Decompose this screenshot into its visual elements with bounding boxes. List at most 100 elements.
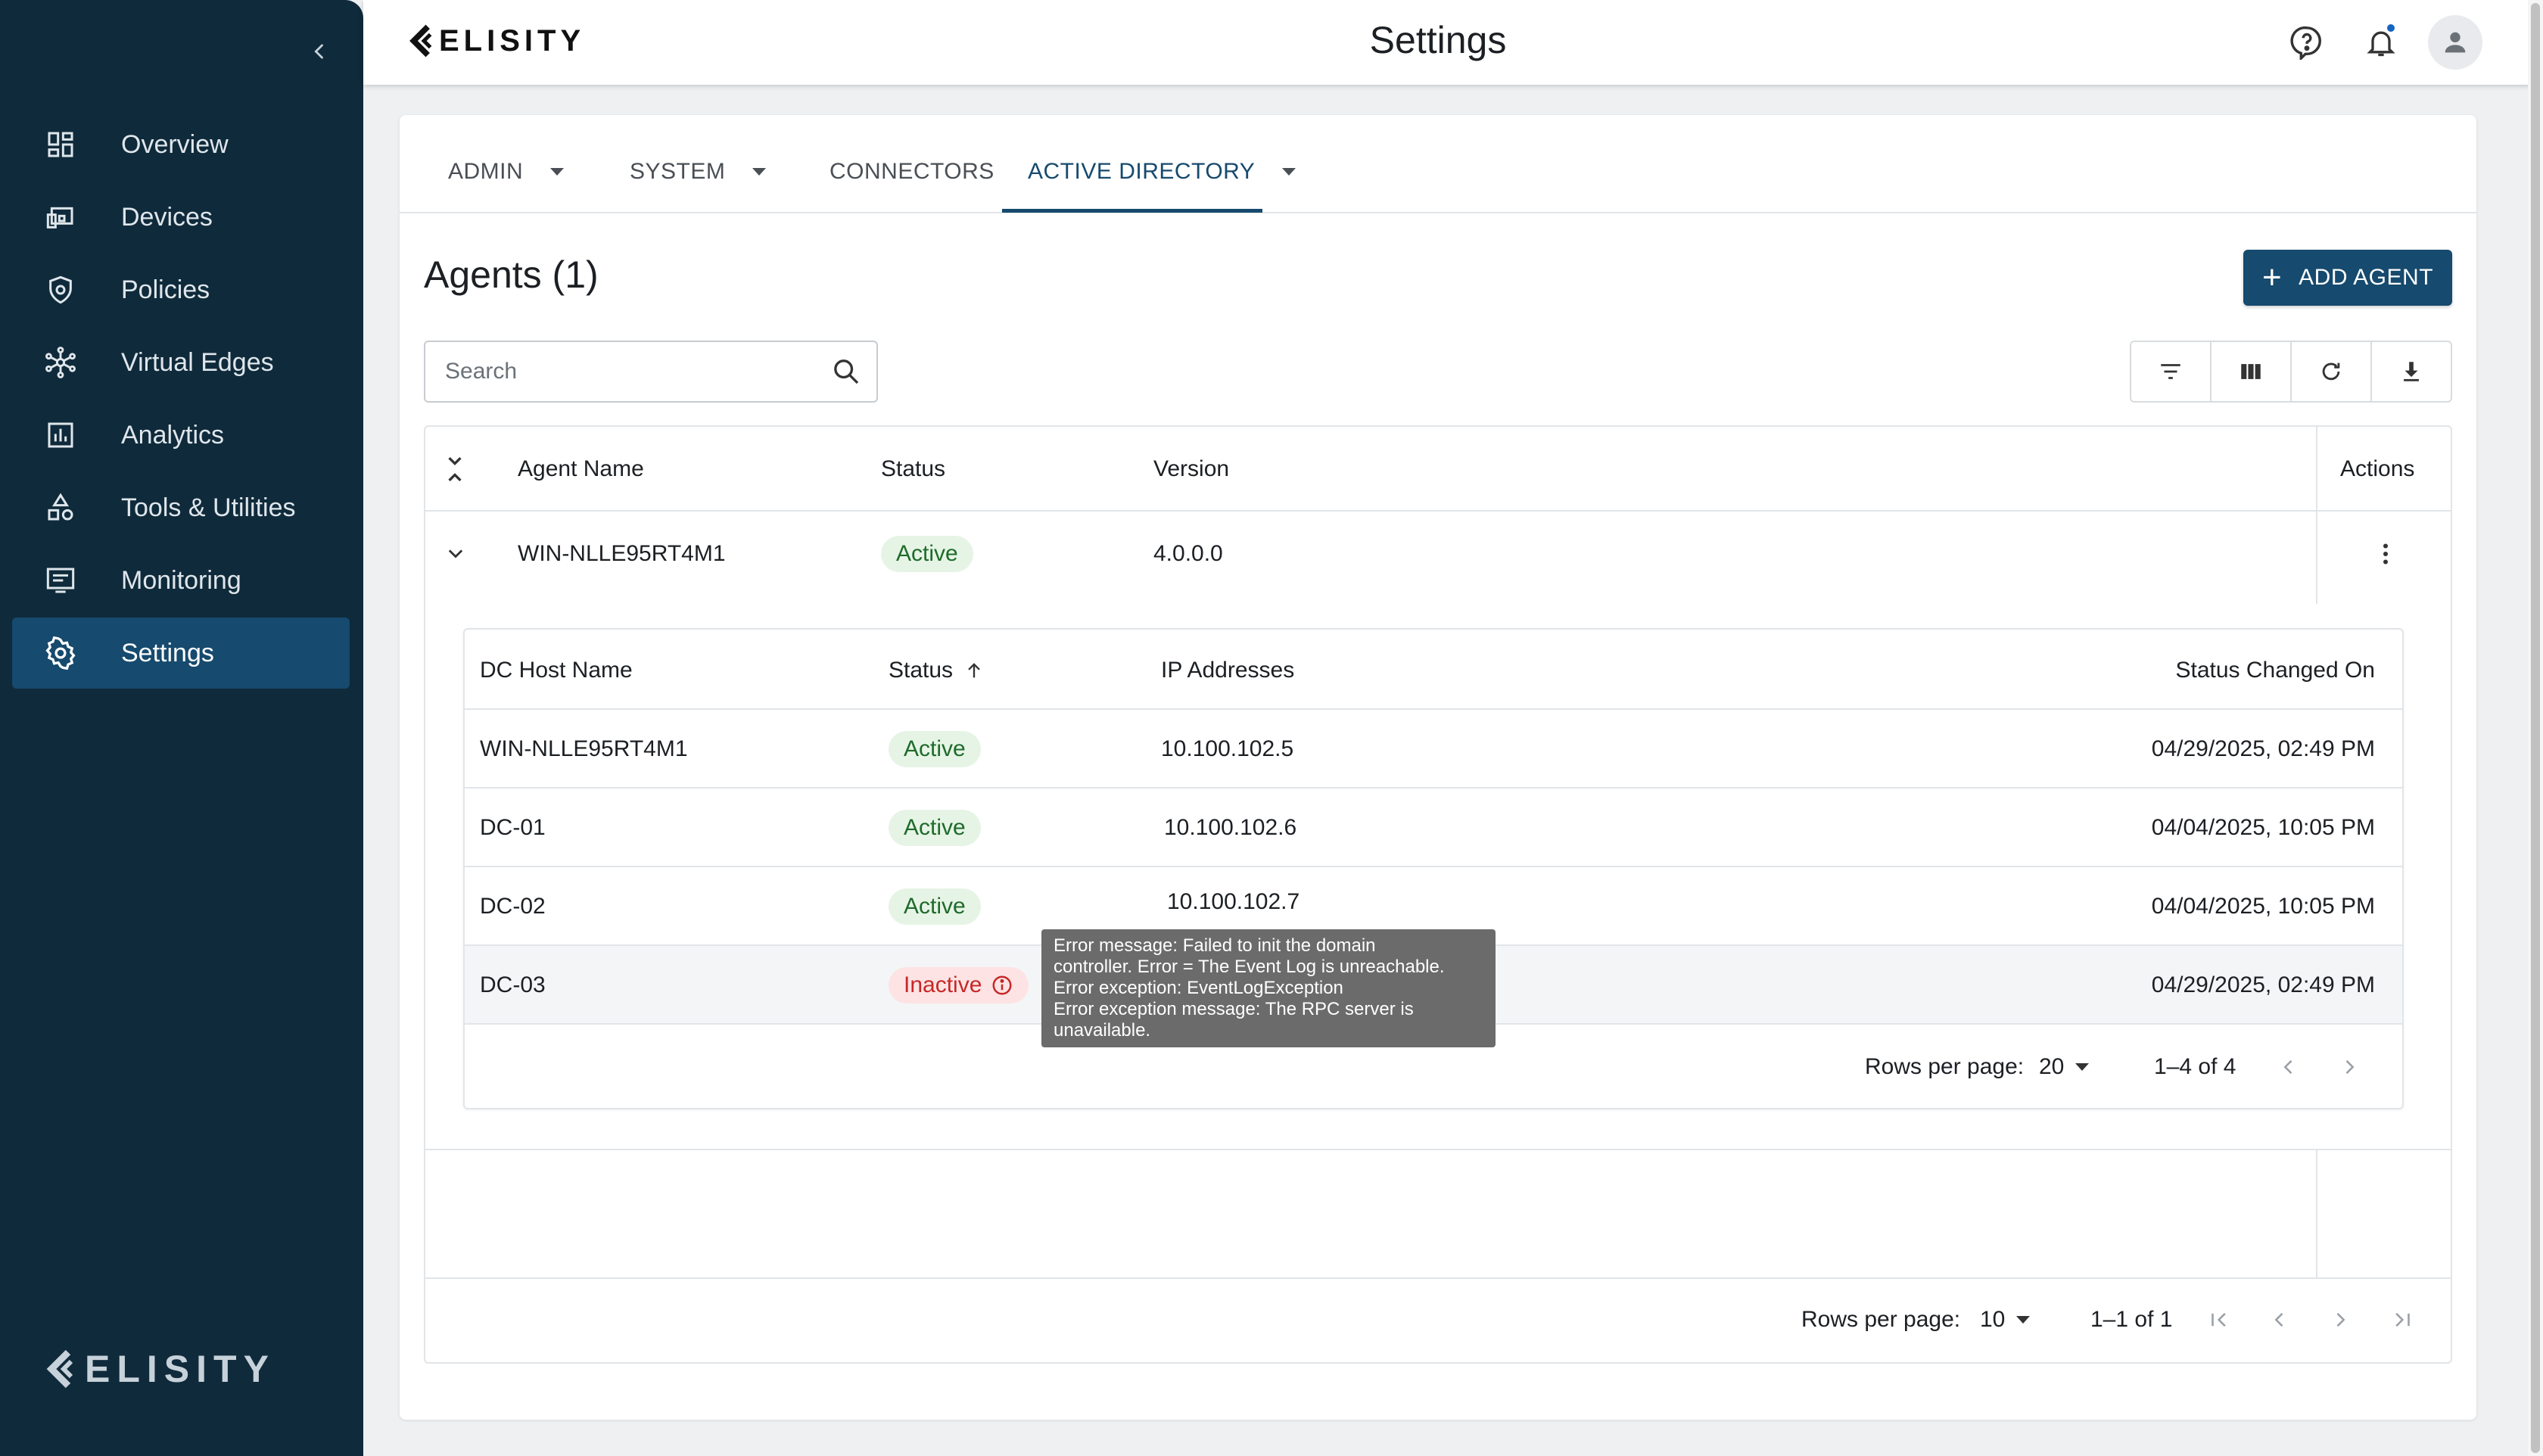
agent-name: WIN-NLLE95RT4M1 bbox=[518, 541, 726, 566]
status-badge: Active bbox=[889, 888, 981, 925]
column-header-status[interactable]: Status bbox=[881, 451, 945, 487]
column-divider bbox=[2316, 1149, 2317, 1277]
column-header-agent-name[interactable]: Agent Name bbox=[518, 451, 644, 487]
agents-table: Agent Name Status Version Actions WIN-NL… bbox=[424, 425, 2452, 1364]
expand-row-button[interactable] bbox=[445, 537, 475, 571]
column-header-dc-host-name[interactable]: DC Host Name bbox=[480, 652, 633, 689]
sidebar-item-label: Monitoring bbox=[121, 565, 241, 595]
tooltip-line: Error message: Failed to init the domain bbox=[1054, 935, 1376, 956]
filter-icon bbox=[2161, 364, 2180, 379]
chevron-left-icon bbox=[314, 44, 323, 59]
sidebar-item-analytics[interactable]: Analytics bbox=[12, 400, 350, 471]
status-badge: Active bbox=[881, 536, 973, 572]
table-row[interactable]: WIN-NLLE95RT4M1 Active 4.0.0.0 bbox=[425, 512, 2451, 604]
rows-per-page-value: 20 bbox=[2039, 1054, 2065, 1079]
previous-page-button[interactable] bbox=[2278, 1049, 2299, 1085]
column-header-dc-status[interactable]: Status bbox=[889, 652, 985, 689]
tab-label: CONNECTORS bbox=[830, 159, 994, 184]
policies-icon bbox=[42, 272, 79, 308]
download-button[interactable] bbox=[2372, 342, 2451, 401]
status-badge[interactable]: Inactive bbox=[889, 967, 1029, 1003]
add-agent-button[interactable]: + ADD AGENT bbox=[2243, 250, 2452, 306]
agents-title: Agents (1) bbox=[424, 254, 599, 296]
chevron-right-icon bbox=[2336, 1312, 2345, 1327]
sidebar-item-label: Virtual Edges bbox=[121, 347, 274, 377]
info-icon bbox=[992, 975, 1012, 995]
tab-connectors[interactable]: CONNECTORS bbox=[830, 159, 994, 185]
collapse-all-button[interactable] bbox=[445, 453, 475, 486]
settings-card: ADMIN SYSTEM CONNECTORS ACTIVE DIRECTORY… bbox=[400, 115, 2476, 1420]
rows-per-page-select[interactable]: 20 bbox=[2039, 1049, 2090, 1085]
next-page-button[interactable] bbox=[2339, 1049, 2360, 1085]
chevron-right-icon bbox=[2345, 1059, 2355, 1075]
next-page-button[interactable] bbox=[2330, 1300, 2351, 1339]
help-icon bbox=[2290, 26, 2321, 60]
status-badge: Active bbox=[889, 810, 981, 846]
table-row[interactable]: WIN-NLLE95RT4M1 Active 10.100.102.5 04/2… bbox=[465, 710, 2402, 789]
page-range: 1–4 of 4 bbox=[2154, 1054, 2236, 1079]
first-page-button[interactable] bbox=[2208, 1300, 2233, 1339]
status-badge-label: Inactive bbox=[904, 972, 982, 997]
last-page-button[interactable] bbox=[2389, 1300, 2413, 1339]
add-agent-label: ADD AGENT bbox=[2299, 265, 2434, 290]
sidebar-logo: ELISITY bbox=[44, 1347, 275, 1391]
previous-page-button[interactable] bbox=[2269, 1300, 2290, 1339]
column-header-status-changed-on[interactable]: Status Changed On bbox=[2175, 652, 2375, 689]
search-input[interactable] bbox=[445, 359, 831, 384]
user-menu-button[interactable] bbox=[2428, 15, 2482, 70]
sidebar-item-devices[interactable]: Devices bbox=[12, 182, 350, 253]
last-page-icon bbox=[2395, 1312, 2410, 1327]
sidebar-item-tools-utilities[interactable]: Tools & Utilities bbox=[12, 472, 350, 543]
sidebar-item-label: Devices bbox=[121, 202, 213, 232]
column-header-label: Status bbox=[889, 658, 954, 683]
settings-tabs: ADMIN SYSTEM CONNECTORS ACTIVE DIRECTORY bbox=[400, 115, 2476, 213]
tooltip-line: unavailable. bbox=[1054, 1020, 1151, 1041]
divider bbox=[425, 1149, 2451, 1150]
agents-table-pagination: Rows per page: 10 1–1 of 1 bbox=[425, 1279, 2451, 1362]
sidebar-item-overview[interactable]: Overview bbox=[12, 109, 350, 180]
sidebar-item-label: Overview bbox=[121, 129, 229, 159]
scrollbar-thumb[interactable] bbox=[2531, 3, 2540, 1453]
dc-host-name: WIN-NLLE95RT4M1 bbox=[480, 736, 688, 761]
agents-table-header: Agent Name Status Version Actions bbox=[425, 427, 2451, 512]
status-changed-on: 04/04/2025, 10:05 PM bbox=[2151, 815, 2375, 840]
user-icon bbox=[2445, 32, 2466, 53]
sidebar-item-monitoring[interactable]: Monitoring bbox=[12, 545, 350, 616]
refresh-icon bbox=[2322, 362, 2340, 381]
refresh-button[interactable] bbox=[2292, 342, 2372, 401]
tab-system[interactable]: SYSTEM bbox=[630, 159, 767, 185]
sidebar-item-settings[interactable]: Settings bbox=[12, 618, 350, 689]
column-header-actions: Actions bbox=[2340, 456, 2415, 481]
rows-per-page-label: Rows per page: bbox=[1801, 1307, 1961, 1332]
row-actions-button[interactable] bbox=[2367, 534, 2404, 574]
tab-active-directory[interactable]: ACTIVE DIRECTORY bbox=[1028, 159, 1296, 185]
filter-button[interactable] bbox=[2131, 342, 2212, 401]
more-vertical-icon bbox=[2383, 543, 2388, 565]
tab-label: ACTIVE DIRECTORY bbox=[1028, 159, 1256, 184]
collapse-all-icon bbox=[448, 456, 462, 482]
table-row[interactable]: DC-01 Active 10.100.102.6 04/04/2025, 10… bbox=[465, 789, 2402, 867]
dc-host-name: DC-01 bbox=[480, 815, 546, 840]
sort-ascending-icon bbox=[968, 663, 980, 678]
status-changed-on: 04/04/2025, 10:05 PM bbox=[2151, 894, 2375, 919]
overview-icon bbox=[42, 126, 79, 163]
column-header-version[interactable]: Version bbox=[1153, 451, 1229, 487]
column-header-ip-addresses[interactable]: IP Addresses bbox=[1161, 652, 1294, 689]
topbar: ELISITY Settings bbox=[363, 0, 2543, 85]
page-scrollbar[interactable] bbox=[2528, 0, 2543, 1456]
sidebar-item-policies[interactable]: Policies bbox=[12, 254, 350, 325]
download-icon bbox=[2404, 362, 2419, 381]
status-changed-on: 04/29/2025, 02:49 PM bbox=[2151, 736, 2375, 761]
monitoring-icon bbox=[42, 562, 79, 599]
notifications-button[interactable] bbox=[2354, 15, 2408, 70]
dc-host-name: DC-03 bbox=[480, 972, 546, 997]
sidebar-logo-text: ELISITY bbox=[85, 1348, 275, 1390]
collapse-sidebar-button[interactable] bbox=[301, 33, 338, 70]
tab-label: SYSTEM bbox=[630, 159, 726, 184]
rows-per-page-label: Rows per page: bbox=[1865, 1054, 2025, 1079]
tab-admin[interactable]: ADMIN bbox=[448, 159, 565, 185]
columns-button[interactable] bbox=[2212, 342, 2292, 401]
rows-per-page-select[interactable]: 10 bbox=[1980, 1300, 2031, 1339]
help-button[interactable] bbox=[2280, 15, 2334, 70]
sidebar-item-virtual-edges[interactable]: Virtual Edges bbox=[12, 327, 350, 398]
